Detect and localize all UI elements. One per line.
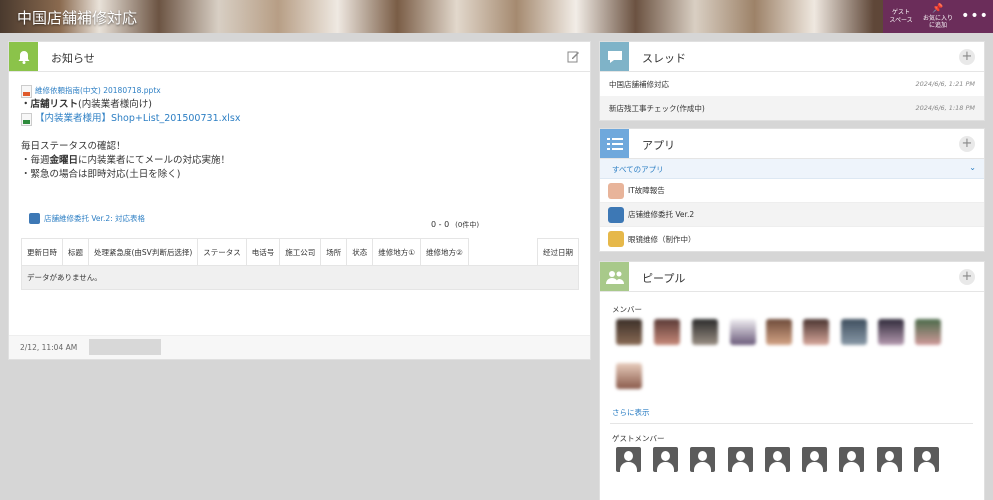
app-item[interactable]: 店铺维修委托 Ver.2 [600, 203, 984, 227]
space-title: 中国店舗補修対応 [17, 9, 138, 27]
guest-member-avatar[interactable] [690, 447, 715, 472]
guest-member-avatar[interactable] [802, 447, 827, 472]
records-table: 更新日時 标题 处理紧急度(由SV判断后选择) ステータス 电话号 施工公司 场… [21, 238, 579, 290]
member-avatar[interactable] [766, 319, 792, 345]
column-header[interactable]: 状态 [346, 238, 374, 266]
chevron-down-icon: ⌄ [969, 163, 976, 172]
thread-header: スレッド + [600, 42, 984, 72]
member-avatar[interactable] [730, 319, 756, 345]
xlsx-file-icon [21, 112, 32, 126]
author-redacted [89, 339, 161, 355]
guest-member-avatar[interactable] [765, 447, 790, 472]
app-item[interactable]: IT故障報告 [600, 179, 984, 203]
member-avatar[interactable] [616, 319, 642, 345]
bell-icon [9, 42, 38, 71]
divider [610, 423, 973, 424]
all-apps-toggle[interactable]: すべてのアプリ ⌄ [600, 159, 984, 179]
chat-bubble-icon [600, 42, 629, 71]
glasses-app-icon [608, 231, 624, 247]
apps-title: アプリ [642, 139, 675, 152]
more-options-button[interactable]: ••• [957, 0, 993, 33]
people-header: ピープル + [600, 262, 984, 292]
column-header[interactable]: ステータス [197, 238, 247, 266]
notice-footer: 2/12, 11:04 AM [9, 335, 590, 359]
weekly-line: ・毎週金曜日に内装業者にてメールの対応実施！ [21, 155, 231, 166]
guest-member-avatar[interactable] [653, 447, 678, 472]
apps-header: アプリ + [600, 129, 984, 159]
member-avatar[interactable] [654, 319, 680, 345]
guest-member-avatar[interactable] [728, 447, 753, 472]
guest-members-label: ゲストメンバー [612, 434, 665, 443]
thread-item[interactable]: 新店残工事チェック(作成中) 2024/6/6, 1:18 PM [600, 96, 984, 120]
column-header[interactable]: 维修地方① [372, 238, 421, 266]
members-label: メンバー [612, 305, 642, 314]
guest-space-button[interactable]: ゲスト スペース [883, 0, 919, 33]
thread-panel: スレッド + 中国店舗補修対応 2024/6/6, 1:21 PM 新店残工事チ… [599, 41, 985, 121]
status-heading: 毎日ステータスの確認！ [21, 141, 126, 152]
guest-member-avatar[interactable] [877, 447, 902, 472]
notice-body: 維修依頼指南(中文) 20180718.pptx ・店舗リスト(内装業者様向け)… [9, 72, 590, 182]
app-list-link[interactable]: 店舗維修委托 Ver.2: 対応表格 [29, 213, 145, 224]
column-header-blank [467, 238, 539, 266]
pptx-file-icon [21, 84, 32, 98]
member-avatar[interactable] [841, 319, 867, 345]
people-panel: ピープル + メンバー さらに表示 ゲストメンバー [599, 261, 985, 500]
file-attachment[interactable]: 【内装業者様用】Shop+List_201500731.xlsx [21, 112, 578, 126]
list-icon [600, 129, 629, 158]
member-avatar[interactable] [692, 319, 718, 345]
repair-app-icon [608, 206, 624, 223]
guest-member-avatar[interactable] [839, 447, 864, 472]
update-time: 2/12, 11:04 AM [20, 343, 78, 352]
it-report-app-icon [608, 182, 624, 199]
emergency-line: ・緊急の場合は即時対応(土日を除く) [21, 169, 181, 180]
table-row: データがありません。 [21, 265, 579, 290]
column-header[interactable]: 场所 [320, 238, 348, 266]
space-header: 中国店舗補修対応 ゲスト スペース 📌 お気に入り に追加 ••• [0, 0, 993, 33]
add-people-button[interactable]: + [959, 269, 975, 285]
apps-panel: アプリ + すべてのアプリ ⌄ IT故障報告 店铺维修委托 Ver.2 眼镜维修… [599, 128, 985, 252]
empty-message: データがありません。 [21, 265, 579, 290]
column-header[interactable]: 更新日時 [21, 238, 63, 266]
thread-title: スレッド [642, 52, 686, 65]
column-header[interactable]: 电话号 [245, 238, 281, 266]
member-avatar[interactable] [803, 319, 829, 345]
add-thread-button[interactable]: + [959, 49, 975, 65]
app-icon [29, 213, 40, 224]
store-list-line: ・店舗リスト(内装業者様向け) [21, 99, 152, 110]
edit-icon[interactable] [567, 50, 580, 66]
thread-item[interactable]: 中国店舗補修対応 2024/6/6, 1:21 PM [600, 72, 984, 96]
header-buttons: ゲスト スペース 📌 お気に入り に追加 ••• [883, 0, 993, 33]
show-more-link[interactable]: さらに表示 [612, 407, 650, 418]
people-icon [600, 262, 629, 291]
table-header-row: 更新日時 标题 处理紧急度(由SV判断后选择) ステータス 电话号 施工公司 场… [21, 238, 579, 266]
notice-panel: お知らせ 維修依頼指南(中文) 20180718.pptx ・店舗リスト(内装業… [8, 41, 591, 360]
add-favorite-button[interactable]: 📌 お気に入り に追加 [919, 0, 957, 33]
guest-member-avatar[interactable] [616, 447, 641, 472]
notice-title: お知らせ [51, 52, 95, 65]
column-header[interactable]: 施工公司 [279, 238, 322, 266]
member-avatar[interactable] [915, 319, 941, 345]
notice-header: お知らせ [9, 42, 590, 72]
column-header[interactable]: 标题 [62, 238, 89, 266]
add-app-button[interactable]: + [959, 136, 975, 152]
column-header[interactable]: 经过日期 [537, 238, 579, 266]
file-attachment[interactable]: 維修依頼指南(中文) 20180718.pptx [21, 84, 578, 98]
record-count: 0 - 0 (0件中) [431, 220, 480, 229]
pin-icon: 📌 [932, 3, 944, 14]
member-avatar[interactable] [616, 363, 642, 389]
column-header[interactable]: 维修地方② [419, 238, 469, 266]
guest-member-avatar[interactable] [914, 447, 939, 472]
app-item[interactable]: 眼镜维修（制作中） [600, 227, 984, 251]
people-title: ピープル [642, 272, 686, 285]
column-header[interactable]: 处理紧急度(由SV判断后选择) [87, 238, 199, 266]
member-avatar[interactable] [878, 319, 904, 345]
